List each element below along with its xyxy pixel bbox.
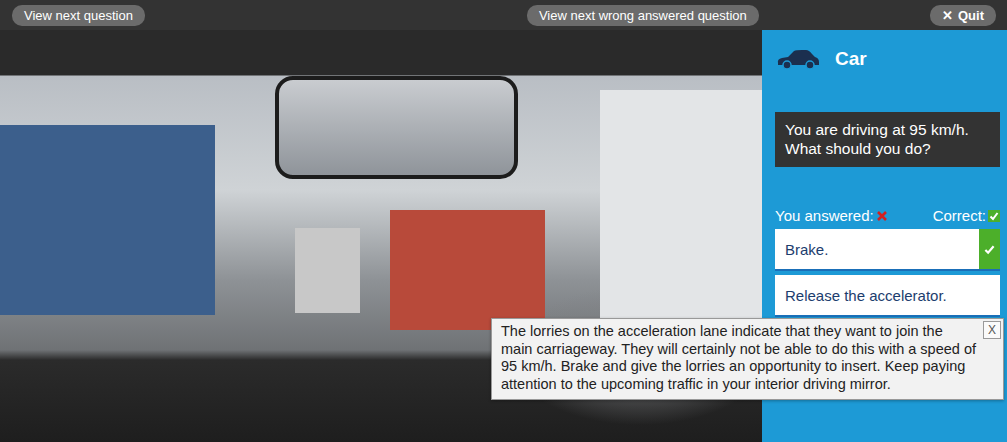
app: View next question View next wrong answer…	[0, 0, 1007, 442]
lorry	[295, 228, 360, 313]
nav-button[interactable]: View next wrong answered question	[527, 5, 759, 26]
explanation-tooltip: The lorries on the acceleration lane ind…	[491, 318, 1004, 400]
category-header: Car	[775, 44, 1000, 74]
answer-option[interactable]: Brake.	[775, 229, 1000, 271]
close-icon: ✕	[942, 8, 953, 23]
nav-button[interactable]: View next question	[12, 5, 145, 26]
correct-badge	[988, 210, 1000, 222]
category-title: Car	[835, 48, 867, 70]
answer-labels: You answered:Correct:	[775, 207, 1000, 224]
lorry	[0, 125, 215, 315]
question-text: You are driving at 95 km/h. What should …	[775, 112, 1000, 167]
quit-button[interactable]: ✕Quit	[930, 5, 996, 26]
answer-option[interactable]: Release the accelerator.	[775, 275, 1000, 317]
lorry	[390, 210, 545, 330]
cross-icon	[876, 210, 888, 222]
correct-mark	[979, 229, 1000, 269]
car-icon	[775, 47, 821, 71]
check-icon	[984, 244, 995, 255]
mirror	[275, 76, 518, 179]
tooltip-close-button[interactable]: X	[983, 321, 1001, 339]
toolbar: View next question View next wrong answer…	[0, 0, 1007, 30]
